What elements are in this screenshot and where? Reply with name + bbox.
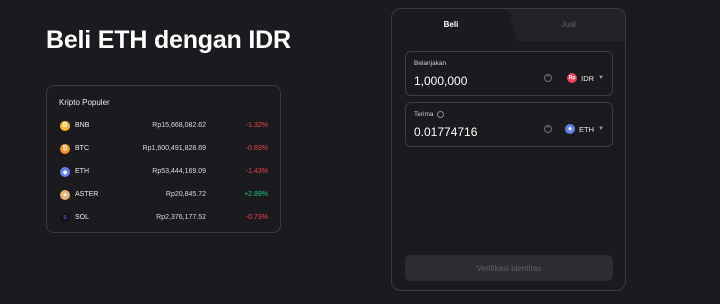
trade-tabs: Beli Jual <box>392 9 625 43</box>
eth-icon: ◆ <box>60 167 70 177</box>
info-icon[interactable] <box>436 111 444 118</box>
eth-icon: ◆ <box>565 124 576 134</box>
coin-symbol: ASTER <box>75 191 99 198</box>
clear-icon[interactable] <box>544 73 552 82</box>
receive-input[interactable]: 0.01774716 <box>414 125 477 139</box>
spend-label: Belanjakan <box>414 60 447 67</box>
coin-price: Rp15,668,082.62 <box>152 122 206 129</box>
coin-price: Rp1,600,491,828.69 <box>142 145 206 152</box>
coin-price: Rp20,845.72 <box>165 191 206 198</box>
popular-heading: Kripto Populer <box>59 98 110 107</box>
coin-price: Rp53,444,169.09 <box>152 168 206 175</box>
coin-row[interactable]: B BNB Rp15,668,082.62 -1.32% <box>47 118 280 136</box>
spend-currency-code: IDR <box>581 73 595 83</box>
coin-change: -1.32% <box>245 122 268 129</box>
coin-row[interactable]: ✦ ASTER Rp20,845.72 +2.89% <box>47 187 280 205</box>
chevron-down-icon: ▼ <box>598 126 604 132</box>
coin-symbol: BTC <box>75 145 89 152</box>
coin-change: -0.83% <box>245 145 268 152</box>
idr-icon: Rp <box>567 73 578 83</box>
btc-icon: ₿ <box>60 144 70 154</box>
chevron-down-icon: ▼ <box>598 75 604 81</box>
coin-symbol: SOL <box>75 214 90 221</box>
spend-field[interactable]: Belanjakan 1,000,000 Rp IDR ▼ <box>405 51 613 96</box>
coin-row[interactable]: ◆ ETH Rp53,444,169.09 -1.43% <box>47 164 280 182</box>
coin-price: Rp2,376,177.52 <box>156 214 206 221</box>
receive-field[interactable]: Terima 0.01774716 ◆ ETH ▼ <box>405 102 613 147</box>
coin-row[interactable]: ≡ SOL Rp2,376,177.52 -0.73% <box>47 210 280 228</box>
popular-crypto-card: Kripto Populer B BNB Rp15,668,082.62 -1.32%… <box>46 85 281 233</box>
trade-form: Belanjakan 1,000,000 Rp IDR ▼ Terima 0.0… <box>392 41 625 290</box>
page-title: Beli ETH dengan IDR <box>46 26 291 54</box>
coin-symbol: ETH <box>75 168 89 175</box>
tab-buy-label[interactable]: Beli <box>392 20 510 29</box>
tab-sell[interactable]: Jual <box>510 20 625 29</box>
receive-label: Terima <box>414 111 444 118</box>
clear-icon[interactable] <box>544 124 552 133</box>
receive-currency-code: ETH <box>579 124 595 134</box>
coin-change: -0.73% <box>245 214 268 221</box>
coin-symbol: BNB <box>75 122 90 129</box>
coin-change: -1.43% <box>245 168 268 175</box>
coin-change: +2.89% <box>244 191 268 198</box>
spend-input[interactable]: 1,000,000 <box>414 74 467 88</box>
trade-panel: Beli Jual Belanjakan 1,000,000 Rp IDR ▼ … <box>391 8 626 291</box>
sol-icon: ≡ <box>60 213 70 223</box>
spend-currency-select[interactable]: Rp IDR ▼ <box>567 71 604 85</box>
aster-icon: ✦ <box>60 190 70 200</box>
bnb-icon: B <box>60 121 70 131</box>
verify-identity-button[interactable]: Verifikasi Identitas <box>405 255 613 281</box>
receive-currency-select[interactable]: ◆ ETH ▼ <box>565 122 604 136</box>
coin-row[interactable]: ₿ BTC Rp1,600,491,828.69 -0.83% <box>47 141 280 159</box>
